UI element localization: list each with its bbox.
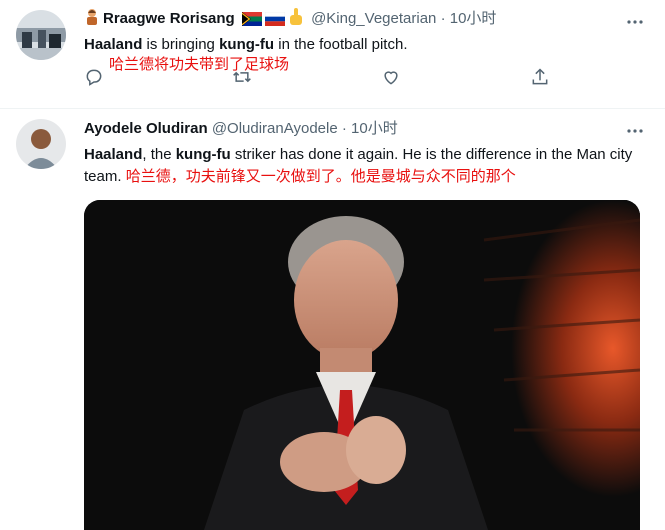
like-icon[interactable] (381, 67, 405, 91)
more-options-icon[interactable] (625, 121, 645, 141)
highlight-word: kung-fu (219, 36, 275, 53)
gif-thumbnail[interactable] (84, 200, 640, 530)
share-icon[interactable] (530, 67, 554, 91)
pointing-hand-emoji-icon (288, 8, 304, 32)
highlight-word: Haaland (84, 36, 143, 53)
separator-dot: · (341, 120, 347, 137)
timestamp[interactable]: 10小时 (351, 120, 398, 137)
text-segment: , the (142, 146, 176, 163)
highlight-word: kung-fu (175, 146, 231, 163)
display-name[interactable]: Rraagwe Rorisang (103, 10, 235, 27)
russia-flag-icon (264, 11, 286, 32)
reply-icon[interactable] (84, 67, 108, 91)
tweet-actions (84, 67, 554, 91)
avatar[interactable] (16, 10, 66, 60)
highlight-word: Haaland (84, 146, 143, 163)
separator-dot: · (440, 10, 446, 27)
user-handle[interactable]: @King_Vegetarian (311, 10, 436, 27)
tweet-text: Haaland, the kung-fu striker has done it… (84, 144, 653, 188)
avatar[interactable] (16, 119, 66, 169)
display-name[interactable]: Ayodele Oludiran (84, 120, 208, 137)
tweet-card[interactable]: Rraagwe Rorisang @King_Vegetarian · 10小时… (0, 0, 665, 109)
user-handle[interactable]: @OludiranAyodele (212, 120, 338, 137)
text-segment: is bringing (142, 36, 220, 53)
person-emoji-icon (84, 8, 100, 32)
text-segment: in the football pitch. (274, 36, 408, 53)
more-options-icon[interactable] (625, 12, 645, 32)
retweet-icon[interactable] (232, 67, 256, 91)
south-africa-flag-icon (241, 12, 262, 32)
tweet-card[interactable]: Ayodele Oludiran @OludiranAyodele · 10小时… (0, 109, 665, 530)
timestamp[interactable]: 10小时 (450, 10, 497, 27)
translation-annotation: 哈兰德，功夫前锋又一次做到了。他是曼城与众不同的那个 (125, 168, 516, 185)
